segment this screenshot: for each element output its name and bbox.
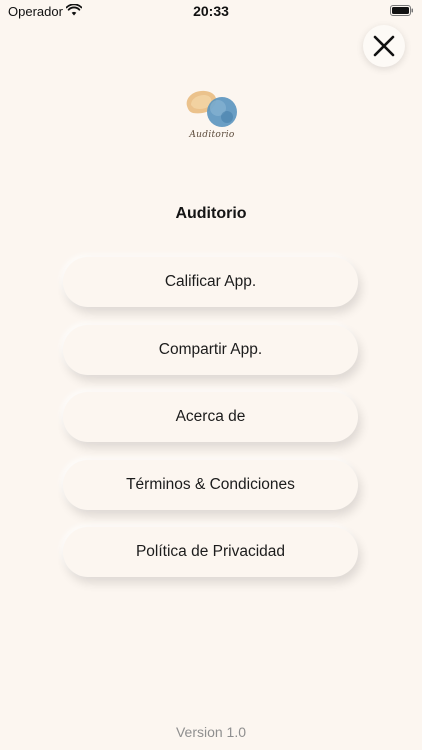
- terms-button[interactable]: Términos & Condiciones: [63, 459, 358, 510]
- privacy-policy-button[interactable]: Política de Privacidad: [63, 527, 358, 577]
- share-app-button[interactable]: Compartir App.: [63, 324, 358, 375]
- clock: 20:33: [193, 3, 229, 19]
- close-icon: [373, 35, 395, 57]
- page-title: Auditorio: [175, 205, 247, 222]
- rate-app-button[interactable]: Calificar App.: [63, 257, 358, 307]
- logo-wordmark: Auditorio: [189, 130, 235, 140]
- logo-graphic: [186, 90, 237, 127]
- settings-menu: Calificar App. Compartir App. Acerca de …: [63, 257, 358, 595]
- status-bar: Operador 20:33: [0, 0, 422, 22]
- app-logo: Auditorio: [181, 86, 243, 148]
- about-button[interactable]: Acerca de: [63, 392, 358, 442]
- version-label: Version 1.0: [175, 724, 247, 740]
- battery-icon: [390, 5, 413, 16]
- close-button[interactable]: [363, 25, 405, 67]
